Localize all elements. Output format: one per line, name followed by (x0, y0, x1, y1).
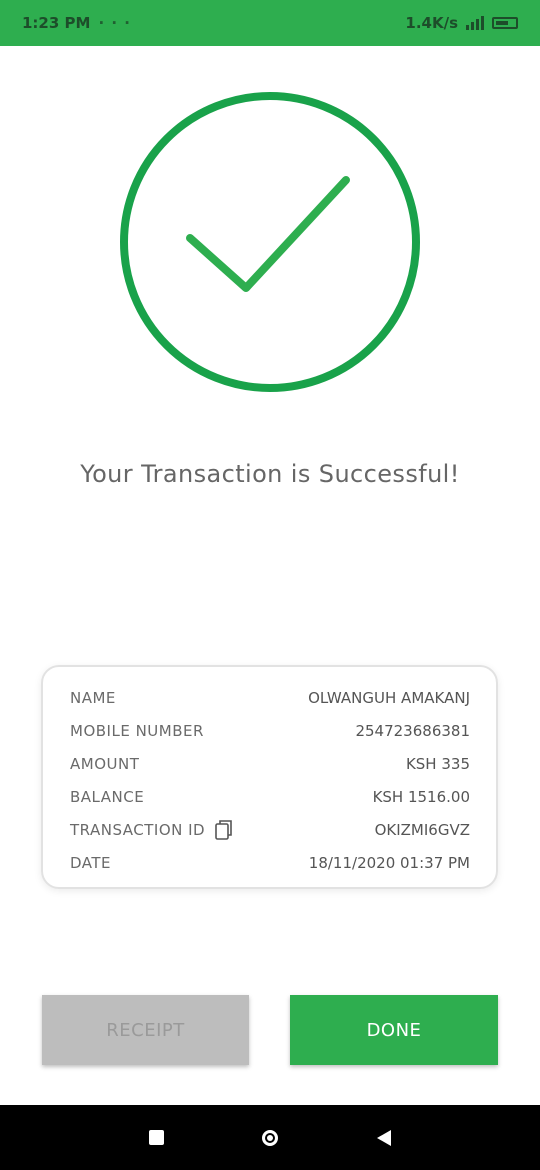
success-message: Your Transaction is Successful! (80, 460, 460, 488)
detail-value: OLWANGUH AMAKANJ (308, 688, 470, 707)
done-button[interactable]: DONE (290, 995, 498, 1065)
receipt-button[interactable]: RECEIPT (42, 995, 249, 1065)
battery-icon (492, 17, 518, 29)
detail-label: TRANSACTION ID (70, 819, 233, 841)
detail-row-balance: BALANCE KSH 1516.00 (70, 780, 470, 813)
detail-value: KSH 335 (405, 754, 470, 773)
navigation-bar (0, 1105, 540, 1170)
success-checkmark-icon (118, 90, 422, 394)
detail-row-transaction-id: TRANSACTION ID OKIZMI6GVZ (70, 813, 470, 846)
signal-icon (466, 16, 484, 30)
network-speed: 1.4K/s (405, 14, 458, 32)
detail-value: 18/11/2020 01:37 PM (308, 853, 470, 872)
status-time: 1:23 PM (22, 14, 91, 32)
detail-label: BALANCE (70, 787, 145, 806)
status-left: 1:23 PM · · · (22, 14, 131, 32)
back-arrow-icon (377, 1129, 391, 1146)
status-right: 1.4K/s (405, 14, 518, 32)
transaction-id-label: TRANSACTION ID (70, 820, 206, 839)
square-icon (148, 1130, 164, 1145)
home-icon (262, 1129, 278, 1146)
detail-row-date: DATE 18/11/2020 01:37 PM (70, 846, 470, 879)
detail-label: DATE (70, 853, 112, 872)
detail-value: 254723686381 (355, 721, 470, 740)
notification-dots: · · · (98, 14, 131, 32)
detail-label: NAME (70, 688, 116, 707)
detail-label: MOBILE NUMBER (70, 721, 204, 740)
detail-value: OKIZMI6GVZ (374, 820, 470, 839)
copy-icon[interactable] (215, 819, 233, 841)
detail-label: AMOUNT (70, 754, 140, 773)
back-button[interactable] (372, 1126, 396, 1150)
recent-apps-button[interactable] (144, 1126, 168, 1150)
detail-value: KSH 1516.00 (372, 787, 470, 806)
detail-row-mobile: MOBILE NUMBER 254723686381 (70, 714, 470, 747)
home-button[interactable] (258, 1126, 282, 1150)
detail-row-amount: AMOUNT KSH 335 (70, 747, 470, 780)
detail-row-name: NAME OLWANGUH AMAKANJ (70, 681, 470, 714)
transaction-details-card: NAME OLWANGUH AMAKANJ MOBILE NUMBER 2547… (41, 665, 498, 889)
status-bar: 1:23 PM · · · 1.4K/s (0, 0, 540, 46)
